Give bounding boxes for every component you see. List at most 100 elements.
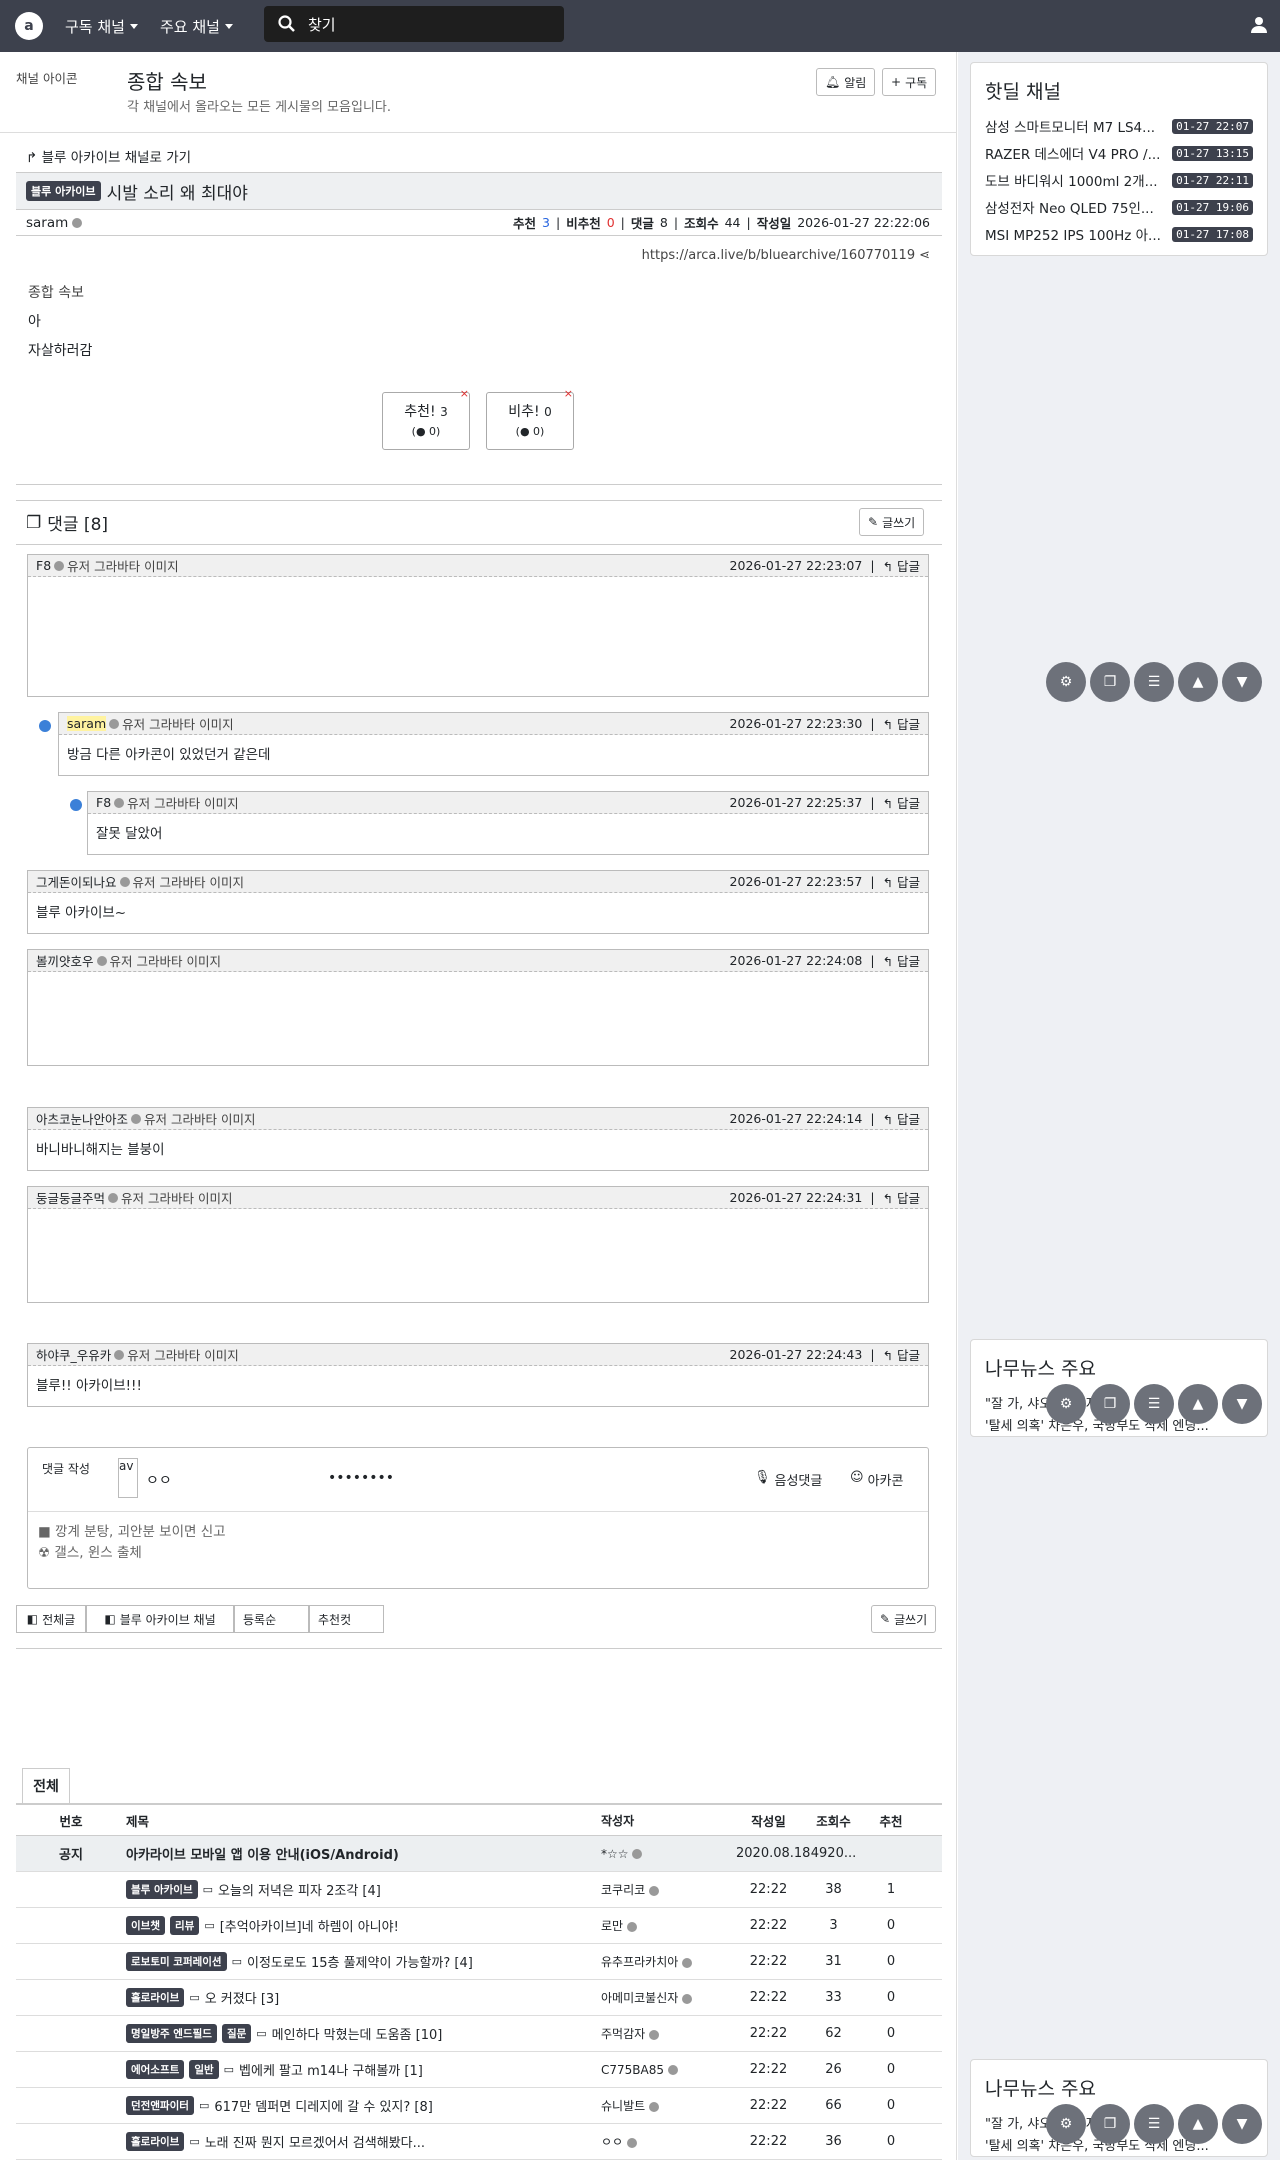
back-to-channel-link[interactable]: ↱ 블루 아카이브 채널로 가기 xyxy=(26,146,191,166)
reply-button[interactable]: ↰ 답글 xyxy=(883,1109,920,1128)
gear-icon[interactable]: ⚙ xyxy=(1046,1384,1086,1424)
close-icon[interactable]: × xyxy=(564,387,573,400)
post-title[interactable]: 메인하다 막혔는데 도움좀 [10] xyxy=(272,2024,443,2043)
post-title[interactable]: 오늘의 저녁은 피자 2조각 [4] xyxy=(218,1880,381,1899)
scroll-down-icon[interactable]: ▼ xyxy=(1222,2104,1262,2144)
nickname-input[interactable]: ㅇㅇ xyxy=(146,1470,172,1490)
gear-icon[interactable]: ⚙ xyxy=(1046,662,1086,702)
news-title[interactable]: 나무뉴스 주요 xyxy=(985,1354,1253,1381)
post-author[interactable]: 슈니발트 xyxy=(601,2099,645,2113)
article-image: 종합 속보 xyxy=(28,285,84,301)
post-author[interactable]: ㅇㅇ xyxy=(601,2135,623,2149)
hotdeal-item[interactable]: 삼성 스마트모니터 M7 LS4... 01-27 22:07 xyxy=(985,116,1253,136)
scroll-up-icon[interactable]: ▲ xyxy=(1178,662,1218,702)
post-author[interactable]: 코쿠리코 xyxy=(601,1883,645,1897)
comment-user[interactable]: saram xyxy=(67,716,107,731)
post-author[interactable]: 주먹감자 xyxy=(601,2027,645,2041)
all-posts-button[interactable]: ◧ 전체글 xyxy=(16,1605,86,1633)
tab-all[interactable]: 전체 xyxy=(22,1768,70,1804)
password-input[interactable]: •••••••• xyxy=(328,1470,394,1486)
post-title[interactable]: 오 커졌다 [3] xyxy=(205,1988,280,2007)
reply-indicator-icon xyxy=(39,720,51,732)
comments-icon[interactable]: ❐ xyxy=(1090,2104,1130,2144)
sort-select[interactable]: 등록순 xyxy=(234,1605,309,1633)
comment-user[interactable]: 아츠코눈나안아조 xyxy=(36,1109,128,1128)
post-row[interactable]: 이브챗 리뷰 ▭ [추억아카이브]네 하렘이 아니야! 로만 22:22 3 0 xyxy=(16,1908,942,1944)
hotdeal-item[interactable]: 도브 바디워시 1000ml 2개... 01-27 22:11 xyxy=(985,170,1253,190)
list-icon[interactable]: ☰ xyxy=(1134,2104,1174,2144)
notice-title[interactable]: 아카라이브 모바일 앱 이용 안내(iOS/Android) xyxy=(126,1844,601,1863)
post-title[interactable]: 노래 진짜 뭔지 모르겠어서 검색해봤다... xyxy=(205,2132,425,2151)
comments-icon[interactable]: ❐ xyxy=(1090,662,1130,702)
post-row[interactable]: 블루 아카이브 ▭ 오늘의 저녁은 피자 2조각 [4] 코쿠리코 22:22 38… xyxy=(16,1872,942,1908)
main-channels-menu[interactable]: 주요 채널 xyxy=(160,16,233,37)
post-title[interactable]: [추억아카이브]네 하렘이 아니야! xyxy=(220,1916,399,1935)
url-text: https://arca.live/b/bluearchive/16077011… xyxy=(641,248,916,263)
gear-icon[interactable]: ⚙ xyxy=(1046,2104,1086,2144)
comments-icon[interactable]: ❐ xyxy=(1090,1384,1130,1424)
post-row[interactable]: 로보토미 코퍼레이션 ▭ 이정도로도 15층 풀제약이 가능할까? [4] 유추프라… xyxy=(16,1944,942,1980)
post-row[interactable]: 던전앤파이터 ▭ 617만 뎀퍼면 디레지에 갈 수 있지? [8] 슈니발트 22… xyxy=(16,2088,942,2124)
post-author[interactable]: 아메미코불신자 xyxy=(601,1991,678,2005)
post-author[interactable]: C775BA85 xyxy=(601,2063,664,2077)
post-row[interactable]: 홀로라이브 ▭ 노래 진짜 뭔지 모르겠어서 검색해봤다... ㅇㅇ 22:22 3… xyxy=(16,2124,942,2160)
write-button[interactable]: ✎ 글쓰기 xyxy=(859,508,925,536)
site-logo[interactable]: a xyxy=(15,12,43,40)
close-icon[interactable]: × xyxy=(460,387,469,400)
comment-user[interactable]: 볼끼얏호우 xyxy=(36,951,94,970)
comment-user[interactable]: 둥글둥글주먹 xyxy=(36,1188,105,1207)
comment-user[interactable]: F8 xyxy=(96,795,111,810)
alarm-button[interactable]: 🔔︎ 알림 xyxy=(816,68,876,96)
scroll-down-icon[interactable]: ▼ xyxy=(1222,1384,1262,1424)
reply-button[interactable]: ↰ 답글 xyxy=(883,556,920,575)
hotdeal-item[interactable]: RAZER 데스에더 V4 PRO /... 01-27 13:15 xyxy=(985,143,1253,163)
reply-button[interactable]: ↰ 답글 xyxy=(883,1345,920,1364)
scroll-up-icon[interactable]: ▲ xyxy=(1178,2104,1218,2144)
post-author[interactable]: 유추프라카치아 xyxy=(601,1955,678,1969)
category-badge[interactable]: 블루 아카이브 xyxy=(26,181,101,201)
reply-button[interactable]: ↰ 답글 xyxy=(883,951,920,970)
rec-cut-select[interactable]: 추천컷 xyxy=(309,1605,384,1633)
downvote-button[interactable]: 비추! 0 (● 0) × xyxy=(486,387,574,450)
article-url[interactable]: https://arca.live/b/bluearchive/16077011… xyxy=(642,248,930,263)
voice-comment-button[interactable]: 🎙︎ 음성댓글 xyxy=(754,1470,822,1489)
post-author[interactable]: 로만 xyxy=(601,1919,623,1933)
search-icon xyxy=(278,15,295,32)
scroll-down-icon[interactable]: ▼ xyxy=(1222,662,1262,702)
subscribed-channels-menu[interactable]: 구독 채널 xyxy=(65,16,138,37)
scroll-up-icon[interactable]: ▲ xyxy=(1178,1384,1218,1424)
hotdeal-item[interactable]: 삼성전자 Neo QLED 75인... 01-27 19:06 xyxy=(985,197,1253,217)
post-title[interactable]: 이정도로도 15층 풀제약이 가능할까? [4] xyxy=(247,1952,473,1971)
reply-button[interactable]: ↰ 답글 xyxy=(883,714,920,733)
channel-posts-button[interactable]: ◧ 블루 아카이브 채널 xyxy=(86,1605,234,1633)
notice-row[interactable]: 공지 아카라이브 모바일 앱 이용 안내(iOS/Android) *☆☆ 20… xyxy=(16,1836,942,1872)
verified-icon xyxy=(649,1885,659,1896)
reply-button[interactable]: ↰ 답글 xyxy=(883,1188,920,1207)
list-icon[interactable]: ☰ xyxy=(1134,662,1174,702)
post-badge: 던전앤파이터 xyxy=(126,2096,194,2115)
list-write-button[interactable]: ✎ 글쓰기 xyxy=(871,1605,937,1633)
post-title[interactable]: 벱에케 팔고 m14나 구해볼까 [1] xyxy=(239,2060,423,2079)
post-row[interactable]: 명일방주 엔드필드 질문 ▭ 메인하다 막혔는데 도움좀 [10] 주먹감자 22:2… xyxy=(16,2016,942,2052)
comment-textarea[interactable]: ■ 깡계 분탕, 괴안분 보이면 신고 ☢ 갤스, 윈스 출체 xyxy=(38,1522,918,1582)
comment-user[interactable]: 그게돈이되나요 xyxy=(36,872,117,891)
news-title[interactable]: 나무뉴스 주요 xyxy=(985,2074,1253,2101)
hotdeal-title[interactable]: 핫딜 채널 xyxy=(985,77,1253,104)
arcacon-button[interactable]: ☺ 아카콘 xyxy=(850,1470,903,1489)
post-row[interactable]: 에어소프트 일반 ▭ 벱에케 팔고 m14나 구해볼까 [1] C775BA85 22… xyxy=(16,2052,942,2088)
post-row[interactable]: 홀로라이브 ▭ 오 커졌다 [3] 아메미코불신자 22:22 33 0 xyxy=(16,1980,942,2016)
subscribe-button[interactable]: + 구독 xyxy=(882,68,937,96)
comment-user[interactable]: F8 xyxy=(36,558,51,573)
reply-button[interactable]: ↰ 답글 xyxy=(883,872,920,891)
post-title[interactable]: 617만 뎀퍼면 디레지에 갈 수 있지? [8] xyxy=(214,2096,432,2115)
reply-button[interactable]: ↰ 답글 xyxy=(883,793,920,812)
share-icon[interactable]: ⋖ xyxy=(919,248,930,263)
search-input[interactable]: 찾기 xyxy=(264,6,564,42)
list-icon[interactable]: ☰ xyxy=(1134,1384,1174,1424)
upvote-button[interactable]: 추천! 3 (● 0) × xyxy=(382,387,470,450)
hotdeal-item[interactable]: MSI MP252 IPS 100Hz 아... 01-27 17:08 xyxy=(985,224,1253,244)
article-author[interactable]: saram xyxy=(26,215,83,231)
comment-user[interactable]: 하야쿠_우유카 xyxy=(36,1345,111,1364)
user-icon[interactable] xyxy=(1250,16,1268,34)
channel-title[interactable]: 종합 속보 xyxy=(127,66,207,95)
